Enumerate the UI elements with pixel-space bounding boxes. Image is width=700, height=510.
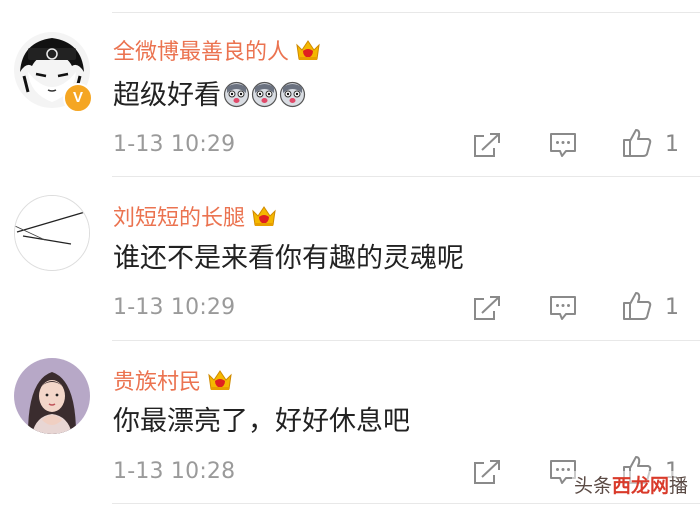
crown-badge-icon [251, 203, 277, 234]
crown-badge-icon [295, 37, 321, 68]
username-text: 贵族村民 [113, 370, 202, 395]
timestamp: 1-13 10:29 [113, 295, 236, 320]
comment-text: 谁还不是来看你有趣的灵魂呢 [113, 243, 464, 274]
crown-badge-icon [207, 367, 233, 398]
comment-body: 超级好看 [113, 80, 221, 111]
emoji-group [223, 81, 307, 113]
like-count: 1 [665, 295, 679, 320]
thumbs-up-icon[interactable] [621, 127, 653, 159]
username-text: 刘短短的长腿 [113, 206, 246, 231]
comment-icon[interactable] [548, 131, 578, 159]
girl-photo-avatar-icon [14, 358, 90, 434]
like-count: 1 [665, 132, 679, 157]
comment-divider [112, 503, 700, 504]
comment-icon[interactable] [548, 294, 578, 322]
watermark-suffix: 播 [668, 475, 688, 497]
comment-text: 你最漂亮了，好好休息吧 [113, 406, 410, 437]
watermark: 头条西龙网播 [571, 471, 690, 498]
timestamp: 1-13 10:28 [113, 459, 236, 484]
comment-text: 超级好看 [113, 81, 307, 113]
username-link[interactable]: 刘短短的长腿 [113, 203, 277, 234]
comment-item: V 全微博最善良的人 超级好看 1-13 10:29 1 [0, 0, 700, 163]
comment-item: 刘短短的长腿 谁还不是来看你有趣的灵魂呢 1-13 10:29 1 [0, 177, 700, 340]
share-icon[interactable] [472, 131, 502, 159]
avatar[interactable] [14, 195, 90, 271]
verified-badge-icon: V [63, 83, 93, 113]
watermark-prefix: 头条 [573, 475, 612, 497]
husky-emoji-icon [279, 81, 306, 108]
share-icon[interactable] [472, 458, 502, 486]
thumbs-up-icon[interactable] [621, 290, 653, 322]
share-icon[interactable] [472, 294, 502, 322]
sketch-avatar-icon [15, 196, 89, 270]
husky-emoji-icon [251, 81, 278, 108]
avatar[interactable] [14, 358, 90, 434]
username-text: 全微博最善良的人 [113, 40, 290, 65]
username-link[interactable]: 全微博最善良的人 [113, 37, 321, 68]
husky-emoji-icon [223, 81, 250, 108]
username-link[interactable]: 贵族村民 [113, 367, 233, 398]
timestamp: 1-13 10:29 [113, 132, 236, 157]
watermark-brand: 西龙网 [611, 475, 669, 497]
